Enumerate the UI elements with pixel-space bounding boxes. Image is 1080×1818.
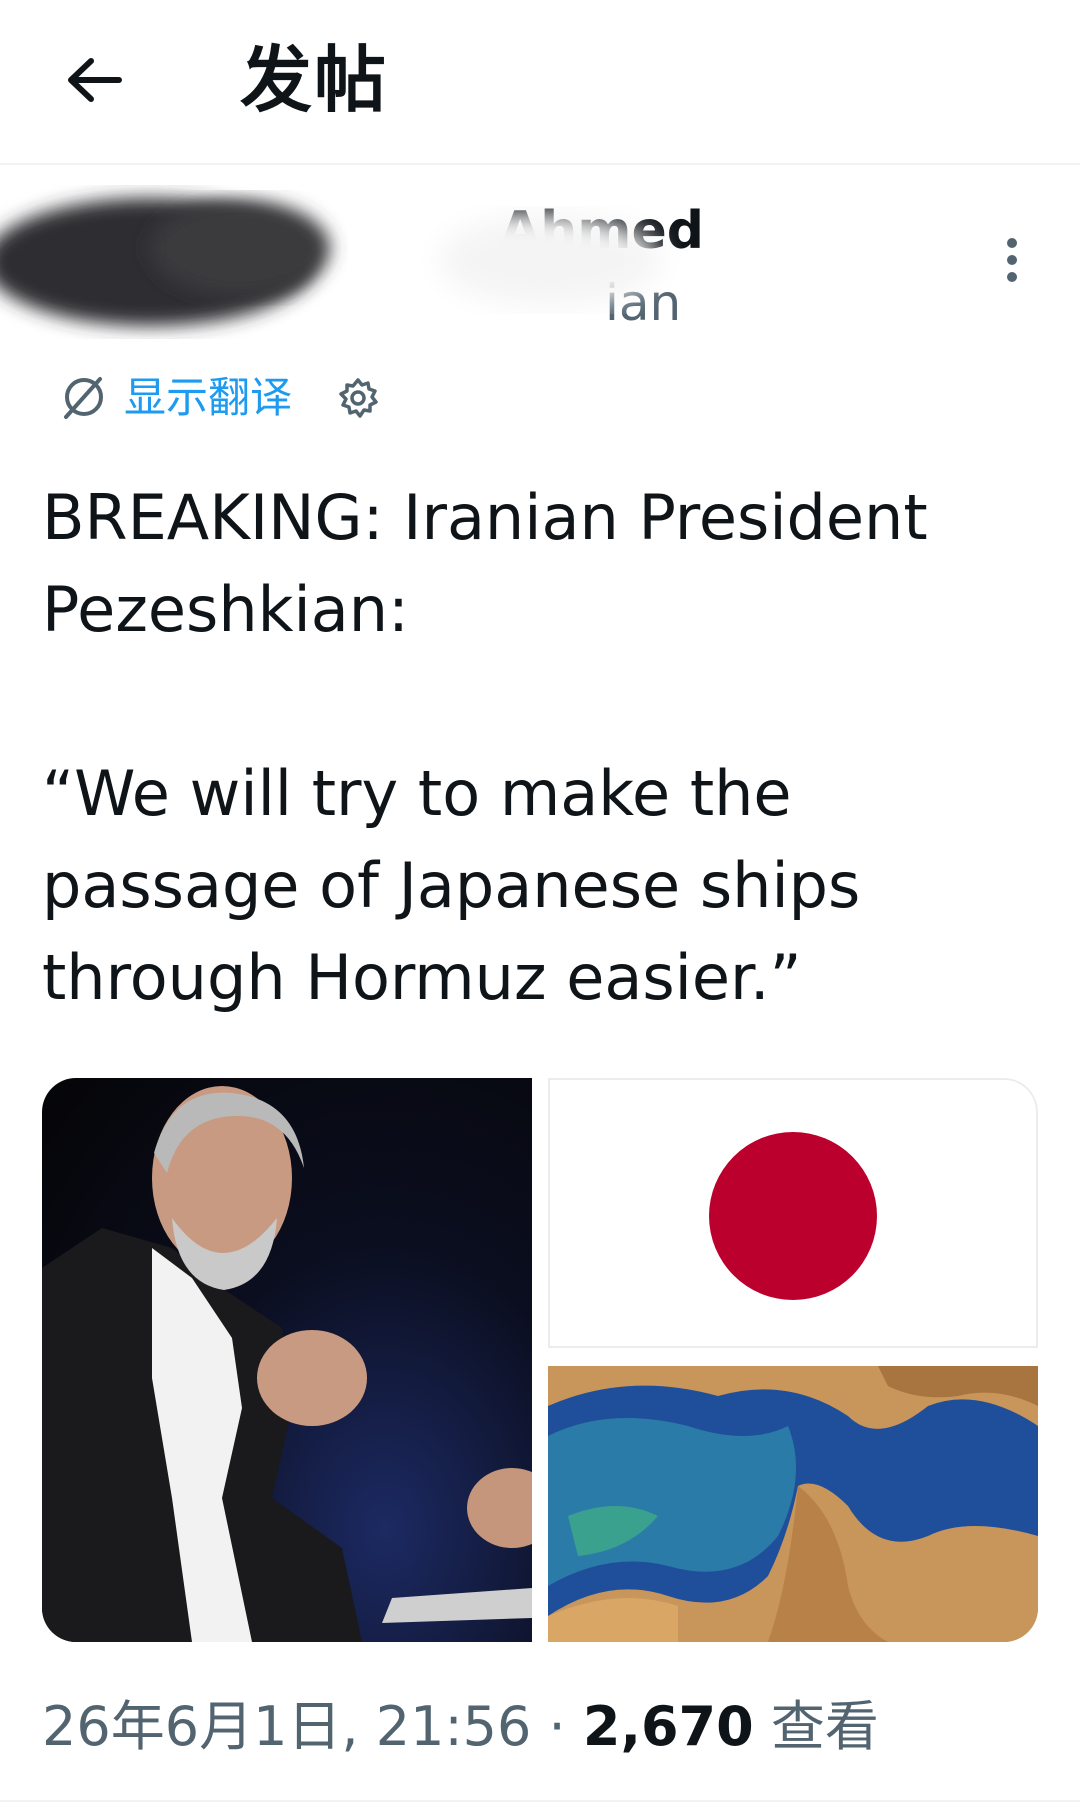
show-translation-link[interactable]: 显示翻译: [124, 368, 292, 428]
translate-row: 显示翻译: [58, 368, 380, 428]
translate-icon: [64, 377, 103, 419]
gear-icon: [339, 378, 378, 418]
media-grid: [42, 1078, 1038, 1642]
arrow-left-icon: [68, 58, 122, 102]
views-count[interactable]: 2,670: [583, 1695, 754, 1758]
tweet-meta: 26年6月1日, 21:56 · 2,670 查看: [42, 1688, 879, 1766]
back-button[interactable]: [58, 44, 130, 116]
tweet-text: BREAKING: Iranian President Pezeshkian: …: [42, 481, 928, 1014]
meta-separator: ·: [548, 1695, 566, 1758]
page-title: 发帖: [240, 38, 389, 122]
translation-settings-button[interactable]: [336, 376, 380, 420]
more-options-button[interactable]: [992, 232, 1032, 288]
divider: [0, 1800, 1080, 1802]
tweet-timestamp[interactable]: 26年6月1日, 21:56: [42, 1695, 531, 1758]
hormuz-satellite-image[interactable]: [548, 1366, 1038, 1642]
japan-flag-image[interactable]: [548, 1078, 1038, 1348]
more-vertical-icon: [1007, 238, 1017, 282]
top-bar: 发帖: [0, 0, 1080, 165]
redaction-scribble: [0, 198, 660, 326]
views-label: 查看: [770, 1695, 879, 1758]
president-photo[interactable]: [42, 1078, 557, 1642]
